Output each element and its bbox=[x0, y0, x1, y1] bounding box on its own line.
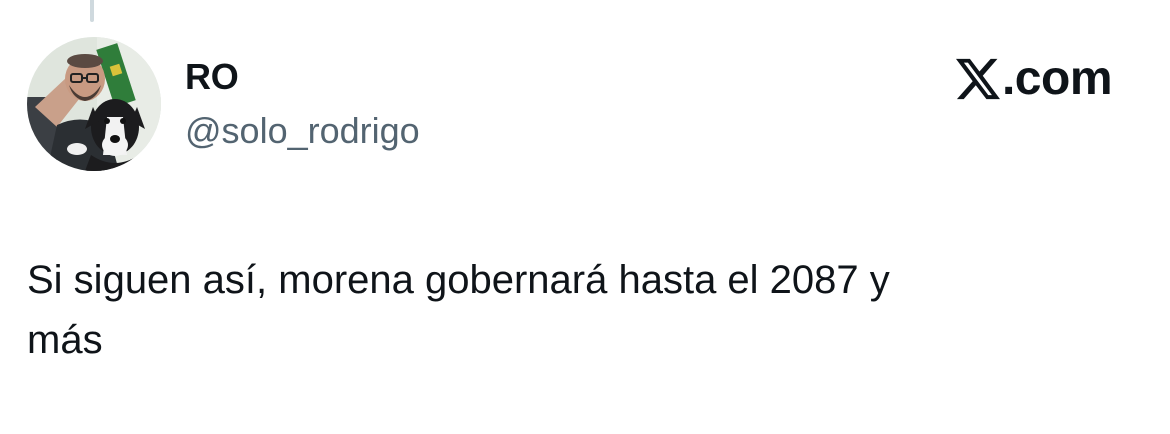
tweet-body: Si siguen así, morena gobernará hasta el… bbox=[27, 250, 1137, 370]
tweet-text-line-2: más bbox=[27, 318, 103, 362]
author-info[interactable]: RO @solo_rodrigo bbox=[185, 56, 420, 152]
x-logo-icon bbox=[955, 58, 1000, 100]
thread-connector-line bbox=[90, 0, 94, 22]
x-com-brand: .com bbox=[955, 52, 1113, 105]
avatar-photo-icon bbox=[27, 37, 161, 171]
brand-domain-text: .com bbox=[1001, 52, 1113, 105]
author-handle[interactable]: @solo_rodrigo bbox=[185, 110, 420, 152]
author-display-name[interactable]: RO bbox=[185, 56, 420, 98]
avatar[interactable] bbox=[27, 37, 161, 171]
tweet-text-line-1: Si siguen así, morena gobernará hasta el… bbox=[27, 258, 890, 302]
